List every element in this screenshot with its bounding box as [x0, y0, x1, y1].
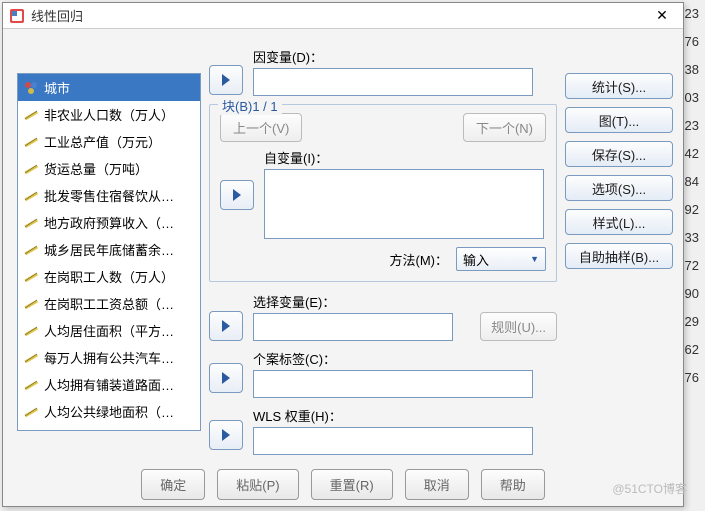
scale-icon	[22, 214, 40, 232]
case-label: 个案标签(C)：	[253, 349, 557, 368]
side-button[interactable]: 图(T)...	[565, 107, 673, 133]
move-independent-button[interactable]	[220, 180, 254, 210]
variable-label: 货运总量（万吨）	[44, 159, 148, 178]
previous-block-button[interactable]: 上一个(V)	[220, 113, 302, 142]
variable-label: 非农业人口数（万人）	[44, 105, 174, 124]
variable-label: 每万人拥有公共汽车…	[44, 348, 174, 367]
wls-input[interactable]	[253, 427, 533, 455]
variable-label: 人均居住面积（平方…	[44, 321, 174, 340]
chevron-down-icon: ▼	[530, 254, 539, 264]
variable-item[interactable]: 人均公共绿地面积（…	[18, 398, 200, 425]
variable-item[interactable]: 人均居住面积（平方…	[18, 317, 200, 344]
move-selection-button[interactable]	[209, 311, 243, 341]
close-button[interactable]: ✕	[647, 7, 677, 24]
variable-label: 地方政府预算收入（…	[44, 213, 174, 232]
variable-item[interactable]: 城乡居民年底储蓄余…	[18, 236, 200, 263]
side-button[interactable]: 选项(S)...	[565, 175, 673, 201]
bottom-button[interactable]: 重置(R)	[311, 469, 393, 500]
variable-item[interactable]: 在岗职工人数（万人）	[18, 263, 200, 290]
bottom-button[interactable]: 确定	[141, 469, 205, 500]
variable-item[interactable]: 每万人拥有公共汽车…	[18, 344, 200, 371]
bottom-button-row: 确定粘贴(P) 重置(R) 取消帮助	[3, 469, 683, 500]
selection-label: 选择变量(E)：	[253, 292, 474, 311]
method-value: 输入	[463, 250, 489, 269]
method-combobox[interactable]: 输入 ▼	[456, 247, 546, 271]
variable-item[interactable]: 批发零售住宿餐饮从…	[18, 182, 200, 209]
linear-regression-dialog: 线性回归 ✕ 城市非农业人口数（万人） 工业总产值（万元） 货运总量（万吨） 批发零售…	[2, 2, 684, 507]
next-block-button[interactable]: 下一个(N)	[463, 113, 546, 142]
wls-label: WLS 权重(H)：	[253, 406, 557, 425]
move-case-label-button[interactable]	[209, 363, 243, 393]
scale-icon	[22, 133, 40, 151]
scale-icon	[22, 241, 40, 259]
variable-item[interactable]: 工业总产值（万元）	[18, 128, 200, 155]
variable-item[interactable]: 非农业人口数（万人）	[18, 101, 200, 128]
variable-label: 城市	[44, 78, 70, 97]
variable-label: 在岗职工工资总额（…	[44, 294, 174, 313]
scale-icon	[22, 349, 40, 367]
side-button-panel: 统计(S)... 图(T)... 保存(S)... 选项(S)... 样式(L)... 自…	[565, 47, 673, 498]
nominal-icon	[22, 79, 40, 97]
dependent-label: 因变量(D)：	[253, 47, 557, 66]
independent-input[interactable]	[264, 169, 544, 239]
side-button[interactable]: 统计(S)...	[565, 73, 673, 99]
variable-item[interactable]: 货运总量（万吨）	[18, 155, 200, 182]
block-fieldset: 块(B)1 / 1 上一个(V) 下一个(N) 自变量(I)： 方法(M)：	[209, 104, 557, 282]
variable-item[interactable]: 城市	[18, 74, 200, 101]
scale-icon	[22, 160, 40, 178]
background-grid: 2376380323428492337290296276	[685, 0, 705, 392]
dependent-input[interactable]	[253, 68, 533, 96]
block-legend: 块(B)1 / 1	[218, 96, 282, 115]
app-icon	[9, 8, 25, 24]
center-panel: 因变量(D)： 块(B)1 / 1 上一个(V) 下一个(N) 自变量(I)：	[201, 47, 565, 498]
side-button[interactable]: 自助抽样(B)...	[565, 243, 673, 269]
variable-list[interactable]: 城市非农业人口数（万人） 工业总产值（万元） 货运总量（万吨） 批发零售住宿餐饮从… 地…	[17, 73, 201, 431]
variable-label: 在岗职工人数（万人）	[44, 267, 174, 286]
case-label-input[interactable]	[253, 370, 533, 398]
bottom-button[interactable]: 粘贴(P)	[217, 469, 298, 500]
variable-label: 批发零售住宿餐饮从…	[44, 186, 174, 205]
scale-icon	[22, 106, 40, 124]
selection-input[interactable]	[253, 313, 453, 341]
variable-label: 人均公共绿地面积（…	[44, 402, 174, 421]
variable-label: 城乡居民年底储蓄余…	[44, 240, 174, 259]
rule-button[interactable]: 规则(U)...	[480, 312, 557, 341]
scale-icon	[22, 376, 40, 394]
bottom-button[interactable]: 取消	[405, 469, 469, 500]
watermark: @51CTO博客	[612, 480, 687, 497]
bottom-button[interactable]: 帮助	[481, 469, 545, 500]
side-button[interactable]: 保存(S)...	[565, 141, 673, 167]
scale-icon	[22, 295, 40, 313]
variable-label: 人均拥有铺装道路面…	[44, 375, 174, 394]
variable-item[interactable]: 在岗职工工资总额（…	[18, 290, 200, 317]
dialog-title: 线性回归	[31, 6, 647, 25]
scale-icon	[22, 403, 40, 421]
variable-label: 工业总产值（万元）	[44, 132, 161, 151]
move-wls-button[interactable]	[209, 420, 243, 450]
titlebar: 线性回归 ✕	[3, 3, 683, 29]
scale-icon	[22, 268, 40, 286]
variable-item[interactable]: 人均拥有铺装道路面…	[18, 371, 200, 398]
scale-icon	[22, 187, 40, 205]
independent-label: 自变量(I)：	[264, 148, 546, 167]
scale-icon	[22, 322, 40, 340]
side-button[interactable]: 样式(L)...	[565, 209, 673, 235]
method-label: 方法(M)：	[390, 250, 449, 269]
move-dependent-button[interactable]	[209, 65, 243, 95]
variable-item[interactable]: 地方政府预算收入（…	[18, 209, 200, 236]
